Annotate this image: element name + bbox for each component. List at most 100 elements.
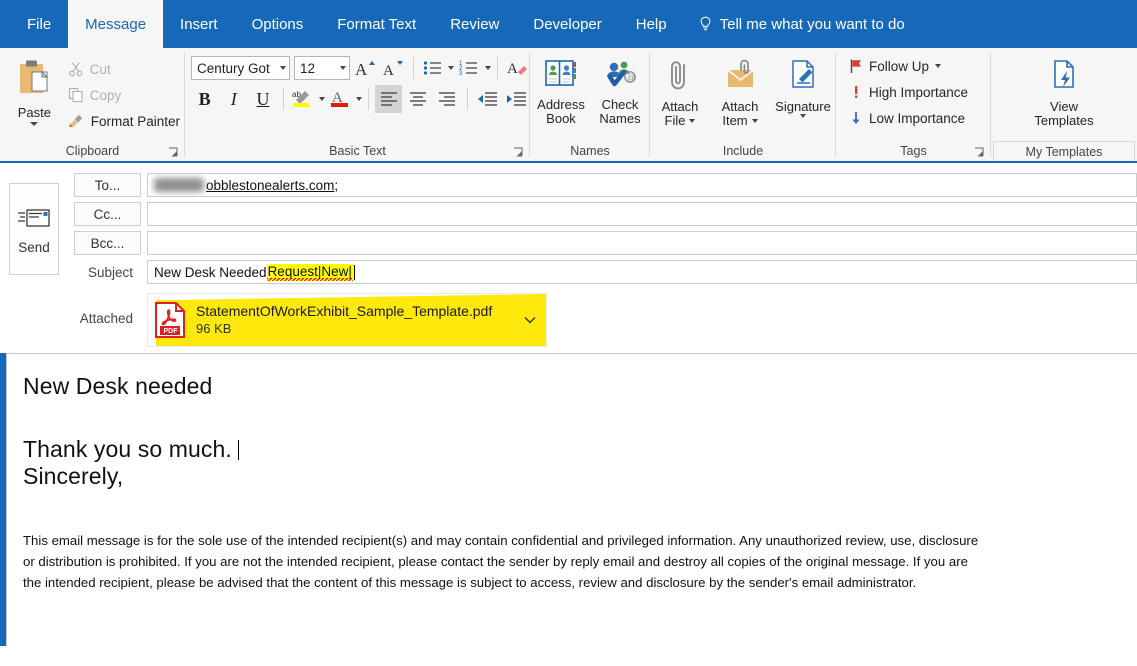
high-importance-button[interactable]: High Importance bbox=[844, 79, 973, 105]
ribbon: Paste Cut Copy Format Painter Clipboard … bbox=[0, 48, 1137, 163]
to-input[interactable]: obblestonealerts.com; bbox=[147, 173, 1137, 197]
scissors-icon bbox=[68, 62, 82, 77]
subject-highlighted-text: Request|New| bbox=[266, 263, 353, 281]
attach-file-caret[interactable] bbox=[689, 119, 696, 123]
font-color-caret[interactable] bbox=[355, 97, 362, 101]
message-body-editor[interactable]: New Desk needed Thank you so much. Since… bbox=[6, 353, 1137, 646]
bold-label: B bbox=[198, 88, 211, 109]
highlighter-icon: ab bbox=[292, 90, 311, 107]
bullets-button[interactable] bbox=[419, 54, 446, 82]
format-painter-button[interactable]: Format Painter bbox=[63, 108, 185, 134]
ribbon-group-tags: Follow Up High Importance Low Importance… bbox=[836, 48, 991, 161]
grow-font-button[interactable]: A bbox=[352, 54, 379, 82]
decrease-indent-button[interactable] bbox=[474, 85, 501, 113]
attachment-chip[interactable]: PDF StatementOfWorkExhibit_Sample_Templa… bbox=[147, 293, 547, 347]
font-size-combo[interactable]: 12 bbox=[294, 56, 350, 80]
attach-item-label-line2: Item bbox=[722, 113, 748, 128]
view-templates-icon bbox=[1047, 58, 1081, 97]
follow-up-button[interactable]: Follow Up bbox=[844, 53, 946, 79]
align-center-button[interactable] bbox=[404, 85, 431, 113]
ribbon-group-basic-text: Century Got 12 A A 1 2 3 A B I U ab A Ba… bbox=[185, 48, 530, 161]
check-names-button[interactable]: @ Check Names bbox=[592, 54, 648, 126]
divider bbox=[367, 88, 369, 110]
attach-item-button[interactable]: Attach Item bbox=[711, 54, 769, 128]
follow-up-caret[interactable] bbox=[935, 64, 942, 68]
copy-button[interactable]: Copy bbox=[63, 82, 185, 108]
tab-options[interactable]: Options bbox=[235, 0, 321, 48]
message-body-wrapper: New Desk needed Thank you so much. Since… bbox=[0, 353, 1137, 646]
attach-item-caret[interactable] bbox=[751, 119, 758, 123]
low-importance-button[interactable]: Low Importance bbox=[844, 105, 970, 131]
address-book-label-line1: Address bbox=[537, 97, 585, 112]
tab-help[interactable]: Help bbox=[619, 0, 684, 48]
align-right-icon bbox=[438, 92, 455, 106]
to-row: To... obblestonealerts.com; bbox=[68, 173, 1137, 197]
numbering-caret[interactable] bbox=[484, 66, 491, 70]
tab-review[interactable]: Review bbox=[433, 0, 516, 48]
tab-insert[interactable]: Insert bbox=[163, 0, 235, 48]
clipboard-dialog-launcher[interactable] bbox=[168, 147, 179, 158]
view-templates-button[interactable]: View Templates bbox=[1023, 54, 1105, 128]
signature-caret[interactable] bbox=[800, 114, 806, 118]
align-left-icon bbox=[380, 92, 397, 106]
tab-file[interactable]: File bbox=[10, 0, 68, 48]
shrink-font-button[interactable]: A bbox=[380, 54, 407, 82]
font-name-caret bbox=[280, 66, 287, 70]
svg-text:PDF: PDF bbox=[164, 328, 179, 335]
cut-button[interactable]: Cut bbox=[63, 56, 185, 82]
bcc-row: Bcc... bbox=[68, 231, 1137, 255]
align-right-button[interactable] bbox=[433, 85, 460, 113]
check-names-label-line2: Names bbox=[599, 111, 641, 126]
highlight-caret[interactable] bbox=[318, 97, 325, 101]
paste-dropdown-caret[interactable] bbox=[30, 122, 39, 126]
clear-formatting-button[interactable]: A bbox=[503, 54, 530, 82]
bcc-input[interactable] bbox=[147, 231, 1137, 255]
numbering-button[interactable]: 1 2 3 bbox=[456, 54, 483, 82]
align-left-button[interactable] bbox=[374, 85, 403, 113]
cc-button[interactable]: Cc... bbox=[74, 202, 141, 226]
chevron-down-icon bbox=[524, 317, 536, 324]
increase-indent-button[interactable] bbox=[503, 85, 530, 113]
tab-message[interactable]: Message bbox=[68, 0, 164, 48]
to-button[interactable]: To... bbox=[74, 173, 141, 197]
bullets-caret[interactable] bbox=[448, 66, 454, 70]
tab-format-text[interactable]: Format Text bbox=[320, 0, 433, 48]
send-button[interactable]: Send bbox=[9, 183, 59, 275]
decrease-indent-icon bbox=[478, 92, 498, 106]
paste-button[interactable]: Paste bbox=[6, 54, 63, 126]
tell-me-search[interactable]: Tell me what you want to do bbox=[684, 0, 919, 48]
subject-input[interactable]: New Desk Needed Request|New| bbox=[147, 260, 1137, 284]
view-templates-label-line2: Templates bbox=[1034, 113, 1094, 128]
format-painter-label: Format Painter bbox=[90, 113, 180, 129]
paintbrush-icon bbox=[68, 114, 83, 128]
address-book-button[interactable]: Address Book bbox=[532, 54, 590, 126]
text-highlight-button[interactable]: ab bbox=[290, 85, 317, 113]
high-importance-label: High Importance bbox=[869, 84, 969, 100]
send-envelope-icon bbox=[18, 208, 50, 227]
svg-text:3: 3 bbox=[459, 71, 463, 77]
bcc-button[interactable]: Bcc... bbox=[74, 231, 141, 255]
paste-icon bbox=[14, 58, 54, 103]
low-importance-label: Low Importance bbox=[869, 110, 966, 126]
signature-label: Signature bbox=[775, 99, 831, 114]
attachment-dropdown-caret[interactable] bbox=[524, 311, 536, 329]
attach-file-button[interactable]: Attach File bbox=[651, 54, 709, 128]
bold-button[interactable]: B bbox=[191, 85, 218, 113]
basic-text-dialog-launcher[interactable] bbox=[513, 147, 524, 158]
cc-input[interactable] bbox=[147, 202, 1137, 226]
divider bbox=[466, 88, 468, 110]
recipient-fields: To... obblestonealerts.com; Cc... Bcc...… bbox=[68, 173, 1137, 347]
underline-button[interactable]: U bbox=[249, 85, 276, 113]
font-color-button[interactable]: A bbox=[327, 85, 354, 113]
italic-button[interactable]: I bbox=[220, 85, 247, 113]
check-names-label-line1: Check bbox=[601, 97, 639, 112]
font-name-combo[interactable]: Century Got bbox=[191, 56, 291, 80]
address-book-label-line2: Book bbox=[546, 111, 576, 126]
signature-button[interactable]: Signature bbox=[771, 54, 835, 118]
tags-dialog-launcher[interactable] bbox=[974, 147, 985, 158]
attach-file-label-line2: File bbox=[664, 113, 686, 128]
attachment-name: StatementOfWorkExhibit_Sample_Template.p… bbox=[196, 303, 493, 319]
compose-header: Send To... obblestonealerts.com; Cc... B… bbox=[0, 163, 1137, 353]
grow-font-icon: A bbox=[355, 60, 375, 78]
tab-developer[interactable]: Developer bbox=[516, 0, 618, 48]
